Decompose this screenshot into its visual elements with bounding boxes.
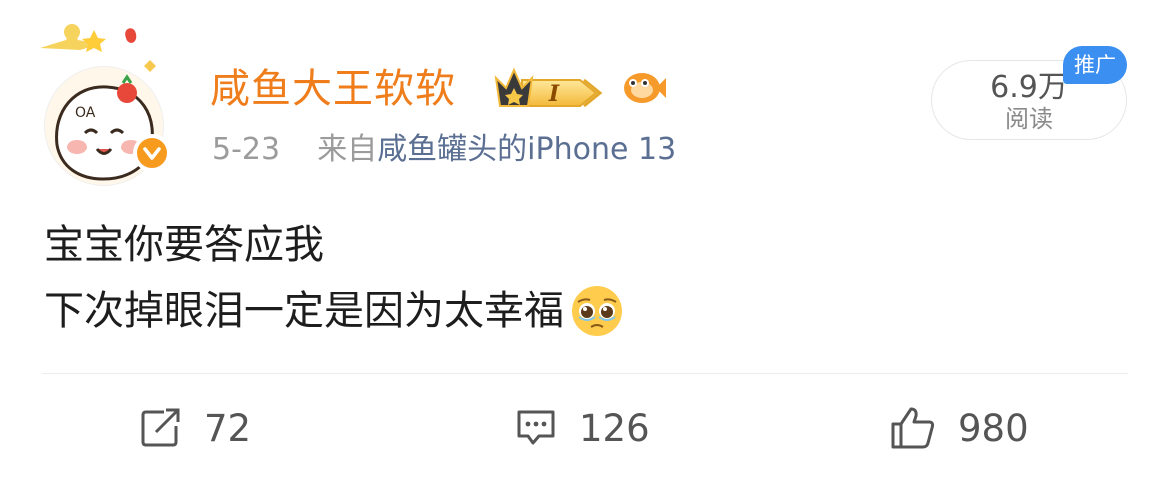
thumbs-up-icon (891, 407, 935, 449)
post-body[interactable]: 宝宝你要答应我 下次掉眼泪一定是因为太幸福 (44, 212, 624, 344)
avatar-wrap[interactable]: OA (36, 20, 176, 186)
post-line: 宝宝你要答应我 (44, 222, 324, 268)
fish-icon (624, 73, 666, 103)
source-prefix: 来自 (317, 132, 378, 167)
promo-tag: 推广 (1063, 46, 1127, 84)
read-label: 阅读 (1005, 105, 1053, 133)
comment-icon (517, 410, 555, 445)
repost-icon (141, 408, 180, 447)
repost-count: 72 (204, 406, 252, 450)
badge-level-text: I (548, 81, 560, 107)
comment-count: 126 (579, 406, 650, 450)
like-count: 980 (958, 406, 1029, 450)
comment-button[interactable]: 126 (515, 400, 650, 456)
username[interactable]: 咸鱼大王软软 (210, 64, 456, 114)
verified-badge (133, 134, 171, 172)
source-link[interactable]: 咸鱼罐头的iPhone 13 (377, 132, 676, 167)
like-button[interactable]: 980 (890, 400, 1029, 456)
check-icon (143, 147, 161, 160)
post-line-2: 下次掉眼泪一定是因为太幸福 (44, 278, 624, 344)
post-date: 5-23 (212, 132, 281, 167)
pleading-face-emoji (572, 286, 622, 336)
svg-text:OA: OA (75, 105, 96, 121)
post-meta: 5-23 来自咸鱼罐头的iPhone 13 (212, 130, 676, 170)
repost-button[interactable]: 72 (140, 400, 251, 456)
divider (42, 373, 1128, 374)
post-line-text: 下次掉眼泪一定是因为太幸福 (44, 288, 564, 334)
crown-level-badge[interactable]: I (492, 66, 612, 110)
